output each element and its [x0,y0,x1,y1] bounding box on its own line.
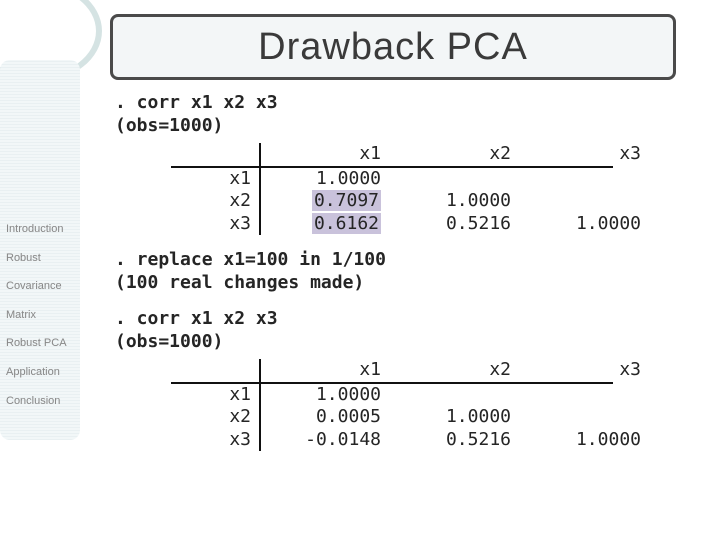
row-label: x1 [171,168,261,191]
table-header-row: x1 x2 x3 [171,359,695,382]
col-header: x2 [391,359,521,382]
row-label: x2 [171,406,261,429]
table-row: x3 0.6162 0.5216 1.0000 [171,213,695,236]
stata-obs-2: (obs=1000) [115,331,695,354]
cell: 1.0000 [521,213,651,236]
row-label: x1 [171,384,261,407]
cell: 1.0000 [261,168,391,191]
stata-cmd-corr-1: . corr x1 x2 x3 [115,92,695,115]
highlight-cell: 0.7097 [312,190,381,211]
table-row: x3 -0.0148 0.5216 1.0000 [171,429,695,452]
cell: 0.5216 [391,213,521,236]
stata-replace-result: (100 real changes made) [115,272,695,295]
title-box: Drawback PCA [110,14,676,80]
col-header: x3 [521,143,651,166]
row-label: x3 [171,429,261,452]
cell: -0.0148 [261,429,391,452]
sidebar-nav: Introduction Robust Covariance Matrix Ro… [6,215,96,415]
table-header-row: x1 x2 x3 [171,143,695,166]
table-row: x2 0.7097 1.0000 [171,190,695,213]
stata-cmd-replace: . replace x1=100 in 1/100 [115,249,695,272]
col-header: x1 [261,143,391,166]
sidebar-item-application: Application [6,358,96,387]
cell: 1.0000 [261,384,391,407]
row-label: x3 [171,213,261,236]
corr-table-1: x1 x2 x3 x1 1.0000 x2 0.7097 1.0000 [171,143,695,235]
table-row: x1 1.0000 [171,168,695,191]
slide: Drawback PCA Introduction Robust Covaria… [0,0,720,540]
table-row: x1 1.0000 [171,384,695,407]
cell: 1.0000 [391,190,521,213]
sidebar-item-conclusion: Conclusion [6,387,96,416]
content-area: . corr x1 x2 x3 (obs=1000) x1 x2 x3 x1 1… [115,92,695,451]
page-title: Drawback PCA [258,26,528,69]
sidebar-item-introduction: Introduction [6,215,96,244]
cell: 1.0000 [391,406,521,429]
sidebar-item-matrix: Matrix [6,301,96,330]
corr-table-2: x1 x2 x3 x1 1.0000 x2 0.0005 1.0000 [171,359,695,451]
col-header: x2 [391,143,521,166]
stata-cmd-corr-2: . corr x1 x2 x3 [115,308,695,331]
header-blank [171,143,261,166]
cell: 0.6162 [261,213,391,236]
cell: 0.0005 [261,406,391,429]
header-blank [171,359,261,382]
cell: 0.7097 [261,190,391,213]
col-header: x1 [261,359,391,382]
table-row: x2 0.0005 1.0000 [171,406,695,429]
cell: 0.5216 [391,429,521,452]
sidebar-item-robust: Robust [6,244,96,273]
row-label: x2 [171,190,261,213]
sidebar-item-covariance: Covariance [6,272,96,301]
sidebar-item-robust-pca: Robust PCA [6,329,96,358]
cell: 1.0000 [521,429,651,452]
highlight-cell: 0.6162 [312,213,381,234]
col-header: x3 [521,359,651,382]
stata-obs-1: (obs=1000) [115,115,695,138]
